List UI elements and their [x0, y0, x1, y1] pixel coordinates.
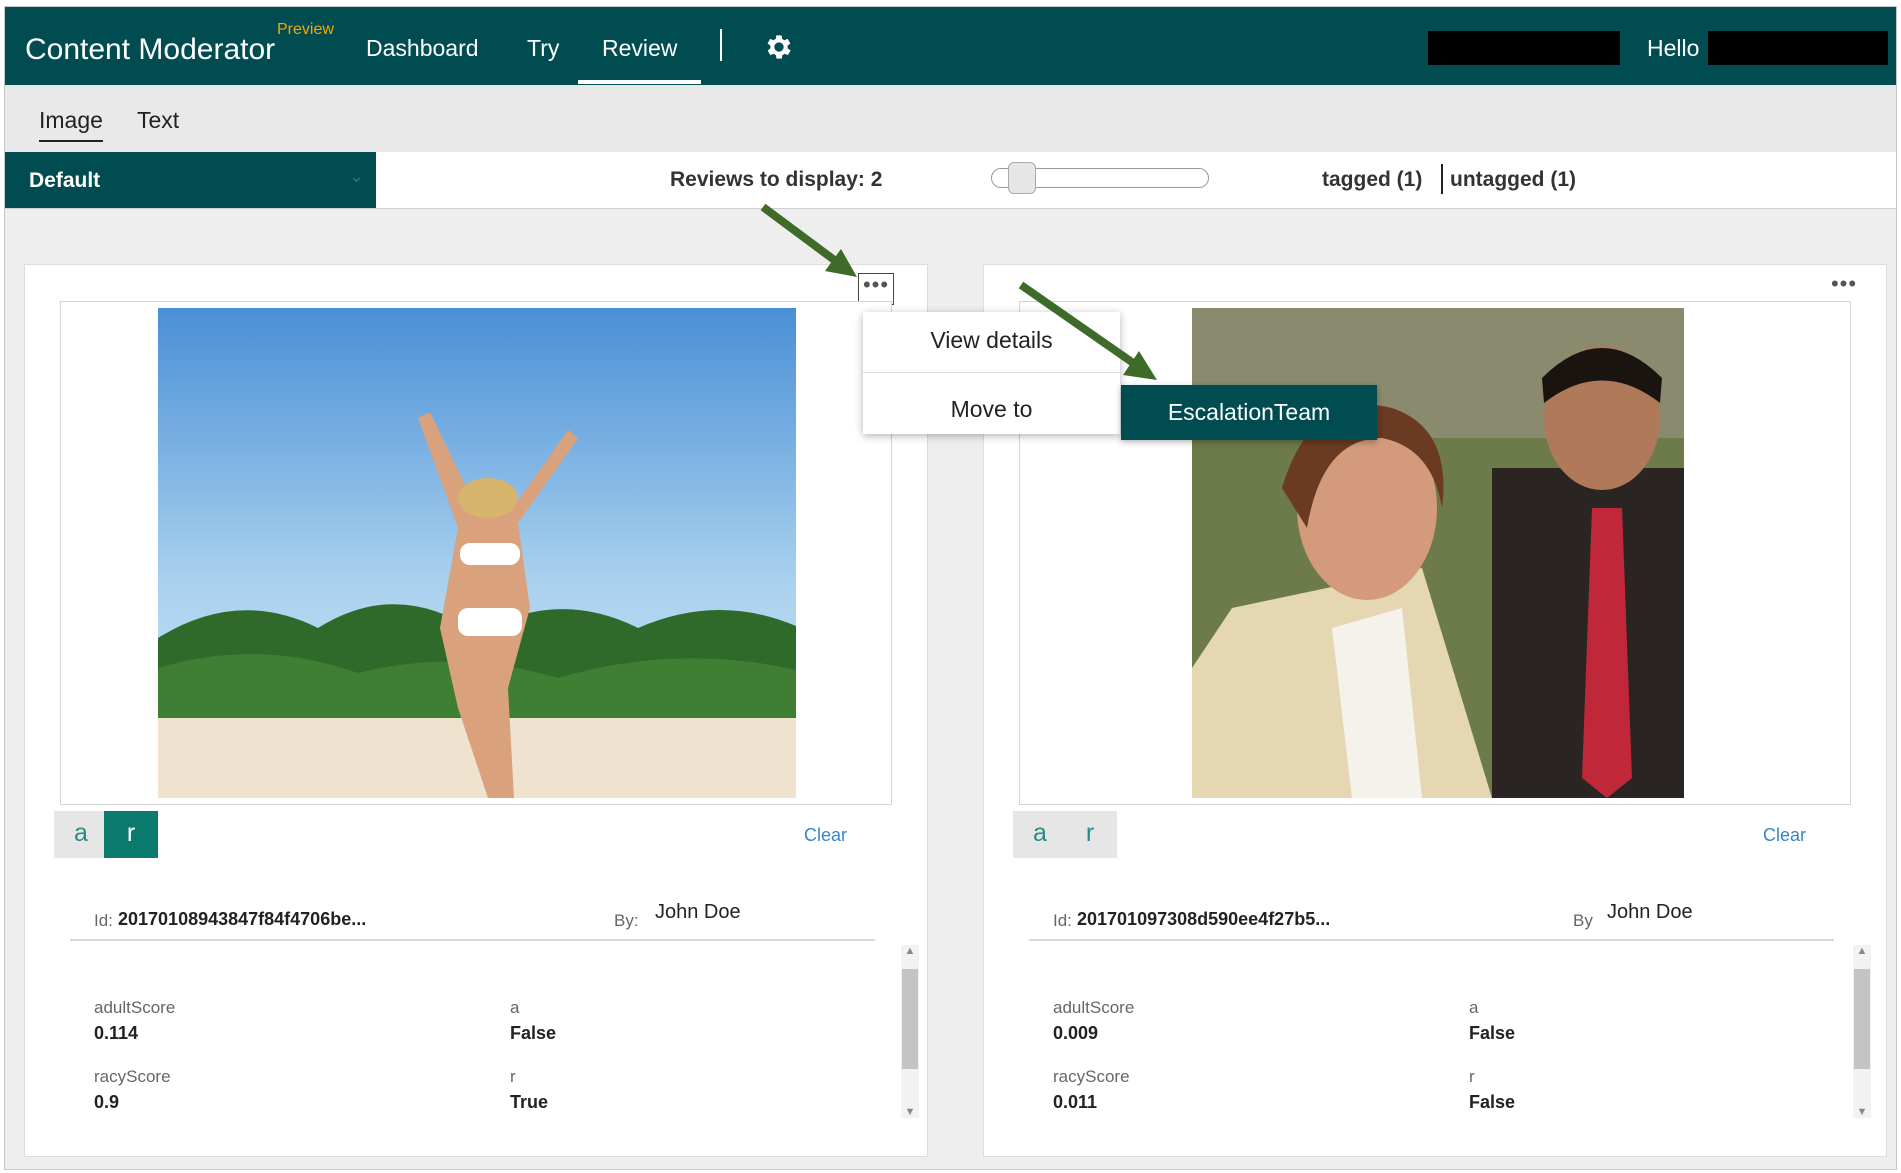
meta-value: False	[1469, 1092, 1516, 1112]
meta-value: False	[1469, 1023, 1516, 1043]
people-photo	[1192, 308, 1684, 798]
metadata-scrollbar[interactable]: ▲ ▼	[901, 945, 919, 1118]
meta-key: adultScore	[94, 998, 176, 1017]
meta-key: r	[510, 1067, 516, 1086]
meta-value: 0.009	[1053, 1023, 1099, 1043]
review-id-row: Id: 201701097308d590ee4f27b5... By John …	[1029, 897, 1834, 941]
scroll-up-icon[interactable]: ▲	[1853, 945, 1871, 957]
scroll-up-icon[interactable]: ▲	[901, 945, 919, 957]
app-title: Content Moderator	[25, 33, 276, 66]
meta-key: a	[510, 998, 520, 1017]
review-id-row: Id: 20170108943847f84f4706be... By: John…	[70, 897, 875, 941]
gear-icon[interactable]	[763, 31, 795, 63]
card-context-menu: View details Move to	[863, 312, 1120, 434]
scrollbar-thumb[interactable]	[1854, 969, 1870, 1069]
annotation-arrow-shaft	[760, 203, 844, 269]
app-window: Content Moderator Preview Dashboard Try …	[4, 6, 1897, 1170]
tagged-filter[interactable]: tagged (1)	[1322, 168, 1422, 192]
redacted-username	[1708, 31, 1888, 65]
submenu-escalation-team[interactable]: EscalationTeam	[1121, 385, 1377, 440]
metadata-scrollbar[interactable]: ▲ ▼	[1853, 945, 1871, 1118]
meta-value: 0.9	[94, 1092, 120, 1112]
redacted-block	[1428, 31, 1620, 65]
by-label: By:	[614, 911, 639, 930]
tab-text[interactable]: Text	[137, 107, 179, 134]
tag-r-button[interactable]: r	[104, 811, 158, 858]
review-id: 20170108943847f84f4706be...	[118, 909, 367, 929]
tag-a-button[interactable]: a	[54, 811, 108, 858]
team-selector[interactable]: Default ⌄	[5, 152, 376, 208]
menu-move-to[interactable]: Move to	[863, 396, 1120, 423]
id-label: Id:	[94, 911, 113, 930]
tab-image[interactable]: Image	[39, 107, 103, 142]
meta-key: racyScore	[94, 1067, 171, 1086]
meta-key: a	[1469, 998, 1479, 1017]
id-label: Id:	[1053, 911, 1072, 930]
content-type-tabs: Image Text	[5, 85, 1896, 152]
nav-try[interactable]: Try	[527, 35, 559, 62]
meta-key: r	[1469, 1067, 1475, 1086]
reviews-slider-thumb[interactable]	[1008, 162, 1036, 194]
review-image-frame	[60, 301, 892, 805]
hello-label: Hello	[1647, 35, 1700, 61]
reviewer-name: John Doe	[1607, 901, 1693, 923]
nav-review[interactable]: Review	[578, 35, 702, 84]
nav-separator	[720, 29, 722, 61]
tag-r-button[interactable]: r	[1063, 811, 1117, 858]
meta-key: adultScore	[1053, 998, 1135, 1017]
meta-key: racyScore	[1053, 1067, 1130, 1086]
tag-a-button[interactable]: a	[1013, 811, 1067, 858]
top-bar: Content Moderator Preview Dashboard Try …	[5, 7, 1896, 85]
menu-divider	[863, 372, 1120, 373]
chevron-down-icon: ⌄	[349, 166, 365, 186]
by-label: By	[1573, 911, 1593, 930]
meta-value: 0.114	[94, 1023, 139, 1043]
reviewer-name: John Doe	[655, 901, 741, 923]
reviews-to-display-label: Reviews to display: 2	[670, 168, 883, 191]
review-toolbar: Default ⌄ Reviews to display: 2 tagged (…	[5, 152, 1896, 209]
beach-photo	[158, 308, 796, 798]
meta-value: False	[510, 1023, 557, 1043]
meta-value: True	[510, 1092, 549, 1112]
scroll-down-icon[interactable]: ▼	[1853, 1106, 1871, 1118]
menu-view-details[interactable]: View details	[863, 327, 1120, 354]
meta-value: 0.011	[1053, 1092, 1098, 1112]
filter-separator	[1441, 164, 1443, 194]
scrollbar-thumb[interactable]	[902, 969, 918, 1069]
preview-badge: Preview	[277, 21, 334, 38]
clear-tags-link[interactable]: Clear	[1763, 825, 1806, 846]
clear-tags-link[interactable]: Clear	[804, 825, 847, 846]
untagged-filter[interactable]: untagged (1)	[1450, 168, 1576, 192]
nav-dashboard[interactable]: Dashboard	[366, 35, 479, 62]
scroll-down-icon[interactable]: ▼	[901, 1106, 919, 1118]
review-id: 201701097308d590ee4f27b5...	[1077, 909, 1331, 929]
review-card: ••• a r Clear Id: 20170108943847f84f4706…	[24, 264, 928, 1157]
review-image-frame	[1019, 301, 1851, 805]
team-selector-label: Default	[29, 169, 101, 192]
